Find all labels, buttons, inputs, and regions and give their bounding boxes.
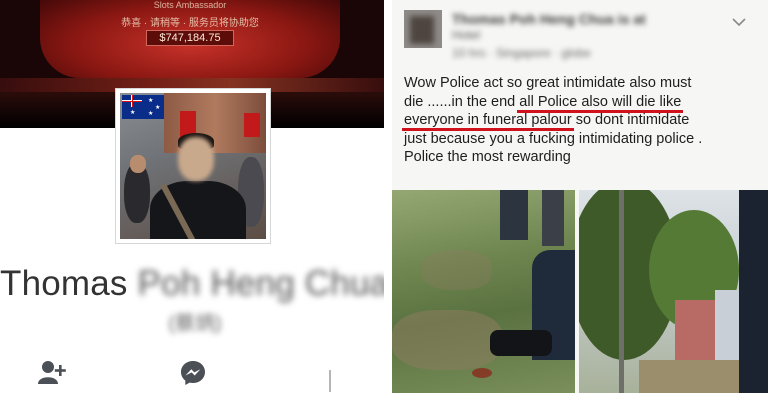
last-name-blurred: Poh Heng Chua: [137, 264, 384, 303]
post-line: just because you a fucking intimidating …: [404, 130, 703, 147]
post-panel: Thomas Poh Heng Chua is at Hotel 10 hrs …: [392, 0, 768, 393]
red-flag-icon: [244, 113, 260, 137]
add-friend-icon: [38, 361, 66, 384]
post-line-text: die ......in the end: [404, 93, 520, 110]
message-button[interactable]: [180, 360, 206, 391]
profile-panel: Slots Ambassador 恭喜 · 请稍等 · 服务员将协助您 $747…: [0, 0, 384, 393]
post-meta-blurred: 10 hrs · Singapore · globe: [452, 46, 591, 60]
highlighted-text: everyone in funeral palour: [404, 112, 572, 129]
post-photos: [392, 190, 768, 393]
blood-stain: [472, 368, 492, 378]
australian-flag-icon: ★ ★ ★ ★: [122, 95, 164, 119]
post-line-text: so dont intimidate: [571, 112, 690, 129]
dark-edge: [739, 190, 768, 393]
post-line: Wow Police act so great intimidate also …: [404, 75, 692, 91]
post-options-button[interactable]: [732, 14, 746, 32]
post-body: Wow Police act so great intimidate also …: [404, 74, 760, 167]
profile-picture[interactable]: ★ ★ ★ ★: [115, 88, 271, 244]
first-name: Thomas: [0, 264, 128, 303]
messenger-icon: [181, 361, 205, 385]
more-icon: [329, 370, 331, 392]
bystander-head: [130, 155, 146, 173]
highlighted-text: all Police also will die like: [519, 93, 682, 110]
standing-legs: [500, 190, 528, 240]
post-author-avatar[interactable]: [404, 10, 442, 48]
post-photo-street-scene[interactable]: [579, 190, 768, 393]
profile-name: Thomas Poh Heng Chua: [0, 264, 384, 304]
boot: [490, 330, 552, 356]
post-photo-grass-scene[interactable]: [392, 190, 575, 393]
cover-caption: Slots Ambassador: [153, 0, 227, 10]
lamp-post: [619, 190, 624, 393]
casino-screen: Slots Ambassador 恭喜 · 请稍等 · 服务员将协助您 $747…: [40, 0, 340, 78]
alternate-name-blurred: (蔡炳): [168, 313, 222, 335]
jackpot-amount: $747,184.75: [146, 30, 234, 46]
add-friend-button[interactable]: [38, 360, 66, 389]
standing-legs: [542, 190, 564, 246]
post-line: everyone in funeral palour so dont intim…: [404, 111, 760, 130]
post-line: die ......in the end all Police also wil…: [404, 93, 760, 112]
more-options-button[interactable]: [327, 370, 333, 393]
post-author-name-blurred[interactable]: Thomas Poh Heng Chua is at: [452, 11, 646, 27]
cover-subcaption: 恭喜 · 请稍等 · 服务员将协助您: [121, 18, 259, 29]
profile-photo: ★ ★ ★ ★: [120, 93, 266, 239]
blurred-face: [178, 137, 214, 181]
chevron-down-icon: [732, 18, 746, 27]
post-line: Police the most rewarding: [404, 149, 571, 166]
post-author-location-blurred: Hotel: [452, 28, 481, 42]
